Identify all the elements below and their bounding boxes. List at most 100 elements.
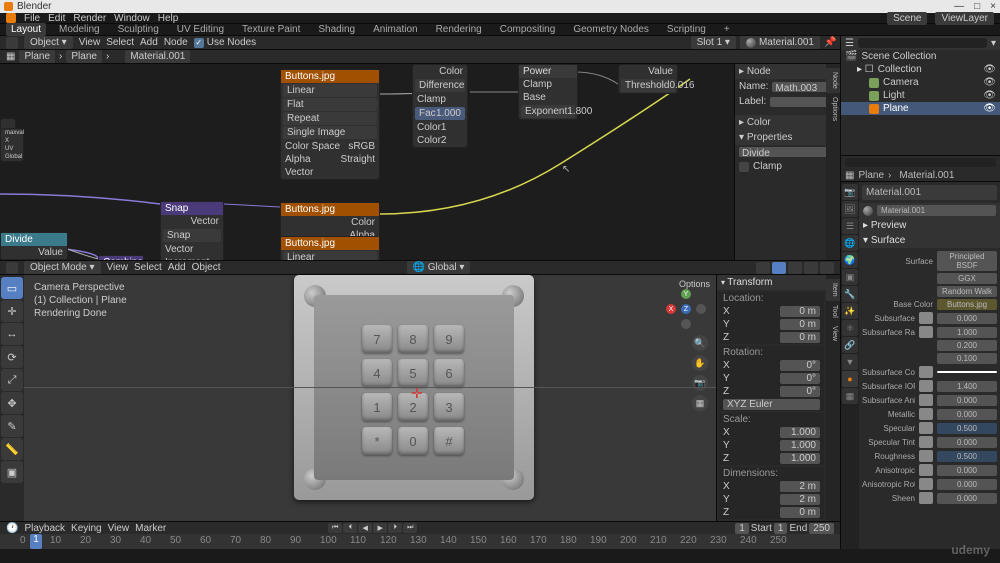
- eye-icon[interactable]: 👁: [983, 77, 996, 88]
- menu-render[interactable]: Render: [73, 13, 106, 24]
- tool-cursor[interactable]: ✛: [1, 300, 23, 322]
- nt-select[interactable]: Select: [106, 37, 134, 48]
- pin-icon[interactable]: 📌: [824, 37, 834, 48]
- tab-geonodes[interactable]: Geometry Nodes: [568, 23, 654, 36]
- node-mode-field[interactable]: Divide: [739, 147, 836, 157]
- tab-uv[interactable]: UV Editing: [172, 23, 229, 36]
- subani-field[interactable]: 0.000: [937, 395, 997, 406]
- shading-wire-icon[interactable]: [820, 262, 834, 274]
- ptab-material[interactable]: ●: [842, 371, 858, 387]
- color-dot-icon[interactable]: [919, 464, 933, 476]
- bc-material[interactable]: Material.001: [125, 50, 190, 63]
- tab-rendering[interactable]: Rendering: [431, 23, 487, 36]
- node-math-power[interactable]: Power Clamp Base Exponent1.800: [518, 64, 578, 120]
- menu-window[interactable]: Window: [114, 13, 150, 24]
- color-dot-icon[interactable]: [919, 394, 933, 406]
- tool-measure[interactable]: 📏: [1, 438, 23, 460]
- editor-type-icon[interactable]: [6, 262, 18, 274]
- anisor-field[interactable]: 0.000: [937, 479, 997, 490]
- orientation-dropdown[interactable]: 🌐 Global ▾: [407, 261, 471, 274]
- shading-material-icon[interactable]: [788, 262, 802, 274]
- window-maximize[interactable]: □: [974, 1, 980, 12]
- specular-field[interactable]: 0.500: [937, 423, 997, 434]
- color-dot-icon[interactable]: [919, 492, 933, 504]
- ptab-output[interactable]: 🖼: [842, 201, 858, 217]
- tool-transform[interactable]: ✥: [1, 392, 23, 414]
- jump-start-icon[interactable]: ⏮: [328, 523, 342, 533]
- window-close[interactable]: ×: [990, 1, 996, 12]
- ptab-data[interactable]: ▼: [842, 354, 858, 370]
- nav-gizmo[interactable]: X Y Z: [666, 289, 706, 329]
- material-selector[interactable]: Material.001: [740, 36, 820, 49]
- menu-file[interactable]: File: [24, 13, 40, 24]
- slot-dropdown[interactable]: Slot 1 ▾: [691, 36, 736, 49]
- tool-scale[interactable]: ⤢: [1, 369, 23, 391]
- subr2-field[interactable]: 0.200: [937, 340, 997, 351]
- menu-help[interactable]: Help: [158, 13, 179, 24]
- tab-sculpting[interactable]: Sculpting: [113, 23, 164, 36]
- subior-field[interactable]: 1.400: [937, 381, 997, 392]
- color-dot-icon[interactable]: [919, 450, 933, 462]
- outliner-plane[interactable]: Plane👁: [841, 102, 1000, 115]
- camera-icon[interactable]: 📷: [692, 375, 708, 391]
- sheen-field[interactable]: 0.000: [937, 493, 997, 504]
- roughness-field[interactable]: 0.500: [937, 451, 997, 462]
- editor-type-icon[interactable]: 🕐: [6, 523, 18, 534]
- ptab-texture[interactable]: ▦: [842, 388, 858, 404]
- color-dot-icon[interactable]: [919, 366, 933, 378]
- tool-move[interactable]: ↔: [1, 323, 23, 345]
- base-color-field[interactable]: Buttons.jpg: [937, 299, 997, 310]
- subr3-field[interactable]: 0.100: [937, 353, 997, 364]
- viewport-canvas[interactable]: Camera Perspective (1) Collection | Plan…: [24, 275, 716, 521]
- tab-animation[interactable]: Animation: [368, 23, 422, 36]
- eye-icon[interactable]: 👁: [983, 90, 996, 101]
- mode-dropdown[interactable]: Object Mode ▾: [24, 261, 101, 274]
- menu-edit[interactable]: Edit: [48, 13, 65, 24]
- outliner-camera[interactable]: Camera👁: [841, 76, 1000, 89]
- tool-annotate[interactable]: ✎: [1, 415, 23, 437]
- material-name-field[interactable]: Material.001: [877, 205, 996, 216]
- eye-icon[interactable]: 👁: [983, 64, 996, 75]
- node-editor[interactable]: Buttons.jpg Linear Flat Repeat Single Im…: [0, 64, 840, 261]
- gizmo-y-icon[interactable]: Y: [681, 289, 691, 299]
- mode-dropdown[interactable]: Object ▾: [24, 36, 73, 49]
- outliner-scene[interactable]: 🎬Scene Collection: [841, 50, 1000, 63]
- scale-z-field[interactable]: 1.000: [780, 453, 820, 464]
- outliner-search[interactable]: [858, 38, 987, 48]
- nt-node[interactable]: Node: [164, 37, 188, 48]
- color-dot-icon[interactable]: [919, 422, 933, 434]
- editor-type-icon[interactable]: [6, 37, 18, 49]
- perspective-icon[interactable]: ▦: [692, 395, 708, 411]
- gizmo-z-icon[interactable]: Z: [681, 304, 691, 314]
- ptab-modifiers[interactable]: 🔧: [842, 286, 858, 302]
- tab-modeling[interactable]: Modeling: [54, 23, 105, 36]
- ptab-constraints[interactable]: 🔗: [842, 337, 858, 353]
- npanel-tab-node[interactable]: Node: [826, 68, 840, 93]
- subsurface-field[interactable]: 0.000: [937, 313, 997, 324]
- tab-add[interactable]: +: [719, 23, 735, 36]
- tl-view[interactable]: View: [108, 523, 130, 534]
- material-slot[interactable]: Material.001: [862, 185, 997, 200]
- timeline-ruler[interactable]: 1 01020304050607080901001101201301401501…: [0, 534, 840, 549]
- bc-mesh[interactable]: Plane: [66, 50, 102, 63]
- rot-y-field[interactable]: 0°: [780, 373, 820, 384]
- rot-z-field[interactable]: 0°: [780, 386, 820, 397]
- tool-select[interactable]: ▭: [1, 277, 23, 299]
- tl-playback[interactable]: Playback: [24, 523, 65, 534]
- outliner-light[interactable]: Light👁: [841, 89, 1000, 102]
- frame-start[interactable]: 1: [774, 523, 788, 534]
- vp-add[interactable]: Add: [168, 262, 186, 273]
- vp-select[interactable]: Select: [134, 262, 162, 273]
- dim-z-field[interactable]: 0 m: [780, 507, 820, 518]
- tab-shading[interactable]: Shading: [313, 23, 360, 36]
- ptab-physics[interactable]: ⚛: [842, 320, 858, 336]
- tl-keying[interactable]: Keying: [71, 523, 102, 534]
- aniso-field[interactable]: 0.000: [937, 465, 997, 476]
- timeline-cursor[interactable]: 1: [30, 534, 42, 549]
- ptab-object[interactable]: ▣: [842, 269, 858, 285]
- subsurface-color-field[interactable]: [937, 371, 997, 373]
- color-dot-icon[interactable]: [919, 436, 933, 448]
- ptab-render[interactable]: 📷: [842, 184, 858, 200]
- frame-current[interactable]: 1: [735, 523, 749, 534]
- preview-panel[interactable]: ▸ Preview: [859, 218, 1000, 233]
